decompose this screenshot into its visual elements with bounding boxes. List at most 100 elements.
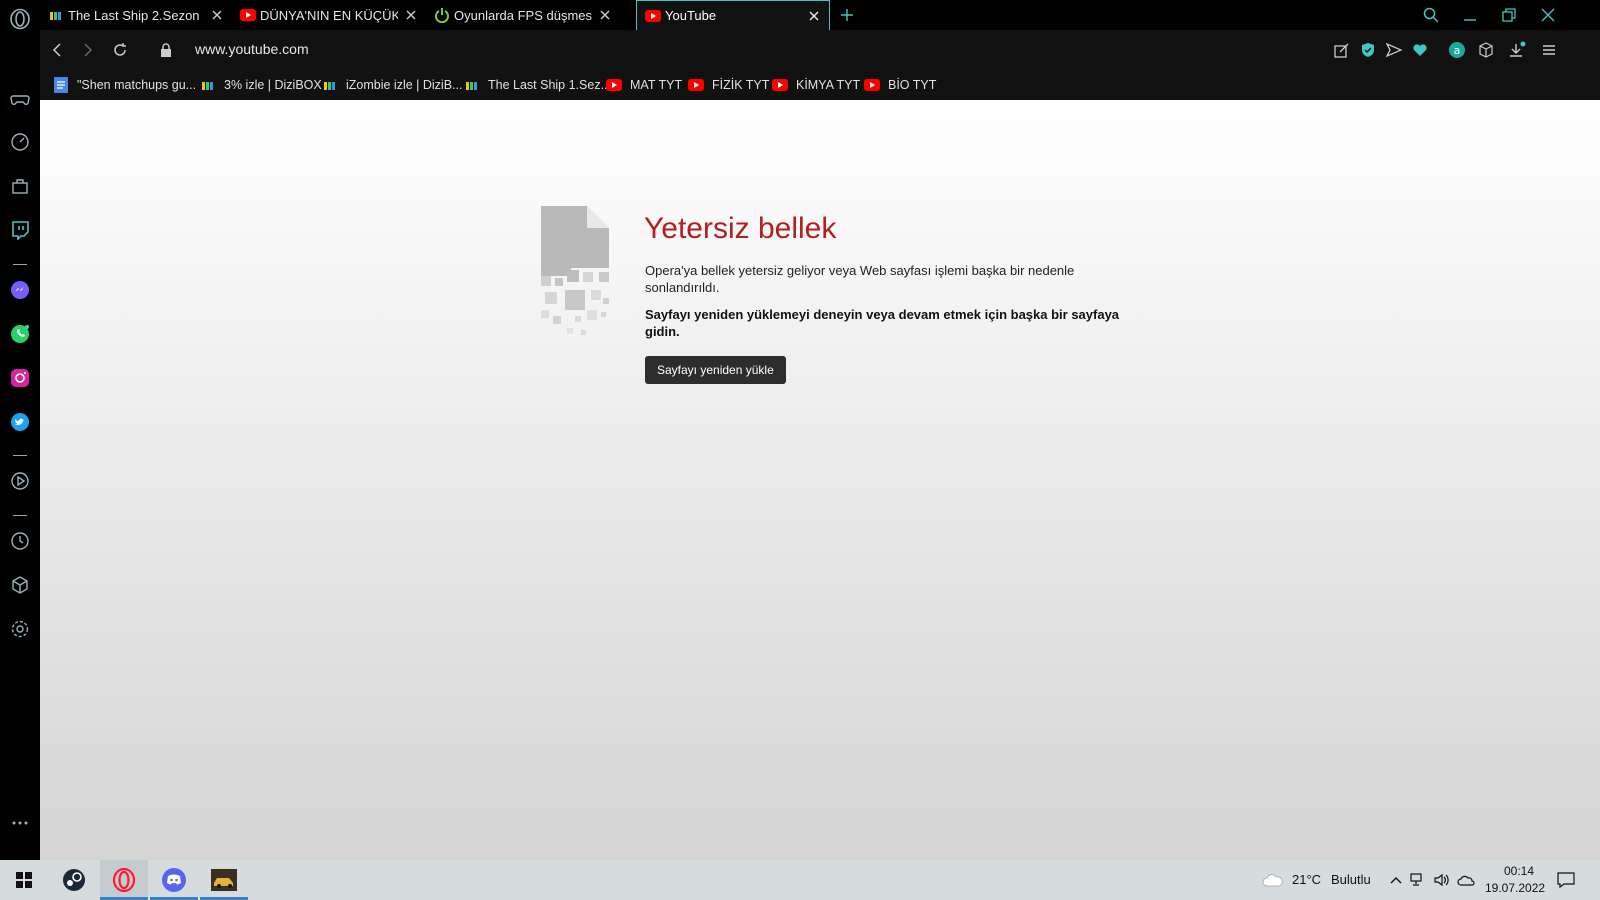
steam-icon: [63, 869, 85, 891]
sidebar-divider: [13, 515, 27, 516]
snapshot-icon[interactable]: [1331, 39, 1353, 61]
notification-icon[interactable]: [1557, 871, 1575, 889]
bookmark-item[interactable]: The Last Ship 1.Sez...: [464, 76, 611, 94]
address-bar: www.youtube.com a: [40, 30, 1600, 70]
tab-1[interactable]: DÜNYA'NIN EN KÜÇÜK TELEFONU: [232, 0, 426, 30]
steam-app[interactable]: [50, 860, 98, 900]
bookmark-item[interactable]: MAT TYT: [606, 76, 682, 94]
gamepad-icon[interactable]: [9, 88, 31, 110]
restore-button[interactable]: [1498, 4, 1520, 26]
svg-text:a: a: [1454, 44, 1461, 57]
close-window-button[interactable]: [1537, 4, 1559, 26]
network-icon[interactable]: [1409, 871, 1427, 889]
minimize-button[interactable]: [1459, 4, 1481, 26]
tab-0[interactable]: The Last Ship 2.Sezon 12.Bölüm: [40, 0, 232, 30]
bag-icon[interactable]: [9, 175, 31, 197]
player-icon[interactable]: [9, 470, 31, 492]
vpn-shield-icon[interactable]: [1357, 39, 1379, 61]
bookmark-label: KİMYA TYT: [796, 78, 861, 92]
doc-icon: [53, 77, 69, 93]
bookmark-item[interactable]: iZombie izle | DiziB...: [322, 76, 462, 94]
onedrive-icon[interactable]: [1457, 871, 1475, 889]
close-tab-icon[interactable]: [404, 8, 418, 22]
bookmark-item[interactable]: 3% izle | DiziBOX: [200, 76, 322, 94]
reload-icon[interactable]: [109, 39, 131, 61]
youtube-icon: [240, 7, 256, 23]
twitch-icon[interactable]: [9, 219, 31, 241]
speedometer-icon[interactable]: [9, 131, 31, 153]
bookmark-label: 3% izle | DiziBOX: [224, 78, 322, 92]
bookmark-item[interactable]: KİMYA TYT: [772, 76, 860, 94]
tab-title: The Last Ship 2.Sezon 12.Bölüm: [68, 7, 204, 23]
weather-condition[interactable]: Bulutlu: [1331, 872, 1371, 887]
discord-icon: [162, 868, 186, 892]
bookmark-label: iZombie izle | DiziB...: [346, 78, 463, 92]
dizibox-icon: [464, 78, 480, 92]
tab-strip: The Last Ship 2.Sezon 12.Bölüm DÜNYA'NIN…: [40, 0, 1600, 30]
twitter-icon[interactable]: [9, 411, 31, 433]
bookmark-item[interactable]: FİZİK TYT: [688, 76, 769, 94]
bookmark-item[interactable]: BİO TYT: [864, 76, 936, 94]
volume-icon[interactable]: [1433, 871, 1451, 889]
back-button[interactable]: [46, 39, 68, 61]
opera-app[interactable]: [100, 860, 148, 900]
tab-title: DÜNYA'NIN EN KÜÇÜK TELEFONU: [260, 7, 398, 23]
messenger-icon[interactable]: [9, 279, 31, 301]
whatsapp-icon[interactable]: [9, 323, 31, 345]
close-tab-icon[interactable]: [210, 8, 224, 22]
gear-icon[interactable]: [9, 618, 31, 640]
youtube-icon: [606, 78, 622, 92]
instagram-icon[interactable]: [9, 367, 31, 389]
heart-icon[interactable]: [1409, 39, 1431, 61]
reload-page-button[interactable]: Sayfayı yeniden yükle: [645, 356, 786, 384]
easy-setup-menu-icon[interactable]: [1538, 39, 1560, 61]
game-app[interactable]: [200, 860, 248, 900]
error-title: Yetersiz bellek: [644, 212, 837, 245]
error-description: Opera'ya bellek yetersiz geliyor veya We…: [645, 263, 1075, 295]
download-icon[interactable]: [1506, 39, 1528, 61]
tab-3-active[interactable]: YouTube: [636, 0, 830, 30]
extension-a-icon[interactable]: a: [1446, 39, 1468, 61]
extensions-cube-icon[interactable]: [1475, 39, 1497, 61]
windows-taskbar: 21°C Bulutlu 00:14 19.07.2022: [0, 860, 1600, 900]
send-icon[interactable]: [1383, 39, 1405, 61]
page-content: Yetersiz bellek Opera'ya bellek yetersiz…: [40, 100, 1600, 860]
history-icon[interactable]: [9, 530, 31, 552]
bookmark-label: The Last Ship 1.Sez...: [488, 78, 611, 92]
weather-temp[interactable]: 21°C: [1292, 872, 1321, 887]
tab-2[interactable]: Oyunlarda FPS düşmesi | Technopat: [426, 0, 620, 30]
bookmark-label: BİO TYT: [888, 78, 937, 92]
start-button[interactable]: [0, 860, 48, 900]
dizibox-icon: [200, 78, 216, 92]
youtube-icon: [645, 8, 661, 24]
new-tab-button[interactable]: [836, 4, 858, 26]
search-tabs-icon[interactable]: [1420, 4, 1442, 26]
cloud-weather-icon[interactable]: [1262, 871, 1284, 889]
close-tab-icon[interactable]: [598, 8, 612, 22]
opera-icon: [112, 868, 136, 892]
dizibox-icon: [48, 7, 64, 23]
bookmark-label: FİZİK TYT: [712, 78, 770, 92]
sidebar-divider: [13, 455, 27, 456]
chevron-up-icon[interactable]: [1387, 871, 1405, 889]
windows-logo-icon: [16, 872, 32, 888]
youtube-icon: [864, 78, 880, 92]
opera-logo-icon[interactable]: [9, 8, 31, 30]
bookmark-label: "Shen matchups gu...: [77, 78, 197, 92]
lock-icon[interactable]: [155, 39, 177, 61]
opera-sidebar: [0, 0, 40, 860]
more-icon[interactable]: [9, 812, 31, 834]
close-tab-icon[interactable]: [807, 9, 821, 23]
cube-icon[interactable]: [9, 574, 31, 596]
clock-time[interactable]: 00:14: [1499, 864, 1539, 878]
power-icon: [434, 7, 450, 23]
discord-app[interactable]: [150, 860, 198, 900]
sidebar-divider: [13, 264, 27, 265]
bookmark-item[interactable]: "Shen matchups gu...: [53, 76, 196, 94]
tab-title: Oyunlarda FPS düşmesi | Technopat: [454, 7, 592, 23]
forward-button[interactable]: [77, 39, 99, 61]
url-field[interactable]: www.youtube.com: [195, 41, 309, 57]
dizibox-icon: [322, 78, 338, 92]
clock-date[interactable]: 19.07.2022: [1485, 881, 1545, 895]
youtube-icon: [688, 78, 704, 92]
